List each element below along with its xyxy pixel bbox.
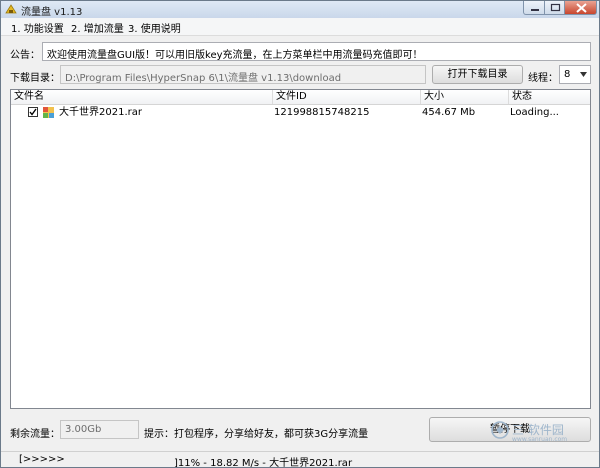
minimize-button[interactable] <box>523 1 545 15</box>
file-status: Loading... <box>510 107 559 118</box>
file-table[interactable]: 文件名 文件ID 大小 状态 大千世界2021.rar 121998815748… <box>10 89 591 409</box>
open-download-dir-button[interactable]: 打开下载目录 <box>432 65 523 84</box>
watermark-logo: 三 软件园 www.sanruan.com <box>491 419 591 445</box>
status-bar: [>>>>> ]11% - 18.82 M/s - 大千世界2021.rar <box>1 451 599 468</box>
remaining-traffic-field[interactable]: 3.00Gb <box>60 420 139 439</box>
app-logo-icon <box>5 4 17 14</box>
column-header-status[interactable]: 状态 <box>509 90 590 104</box>
tip-text: 提示：打包程序，分享给好友，都可获3G分享流量 <box>144 429 369 440</box>
close-button[interactable] <box>564 1 597 15</box>
menu-bar: 1. 功能设置 2. 增加流量 3. 使用说明 <box>1 18 599 36</box>
threads-value: 8 <box>564 69 571 80</box>
download-path-field[interactable]: D:\Program Files\HyperSnap 6\1\流量盘 v1.13… <box>60 65 426 84</box>
progress-text: ]11% - 18.82 M/s - 大千世界2021.rar <box>174 458 353 468</box>
close-icon <box>576 3 587 13</box>
row-checkbox[interactable] <box>28 107 38 117</box>
progress-arrows: [>>>>> <box>19 454 65 465</box>
remaining-traffic-label: 剩余流量： <box>10 429 60 440</box>
menu-item-add-traffic[interactable]: 2. 增加流量 <box>71 20 124 35</box>
table-header: 文件名 文件ID 大小 状态 <box>11 90 590 105</box>
maximize-button[interactable] <box>544 1 565 15</box>
title-bar[interactable]: 流量盘 v1.13 <box>1 1 599 19</box>
maximize-icon <box>550 3 561 12</box>
watermark-url: www.sanruan.com <box>512 436 568 443</box>
checkmark-icon <box>29 108 37 116</box>
notice-label: 公告： <box>10 50 40 61</box>
minimize-icon <box>531 9 539 11</box>
menu-item-help[interactable]: 3. 使用说明 <box>128 20 181 35</box>
window-title: 流量盘 v1.13 <box>21 7 83 18</box>
notice-field[interactable]: 欢迎使用流量盘GUI版！可以用旧版key充流量，在上方菜单栏中用流量码充值即可！ <box>42 42 591 61</box>
table-row[interactable]: 大千世界2021.rar 121998815748215 454.67 Mb L… <box>11 105 590 121</box>
file-id: 121998815748215 <box>274 107 370 118</box>
threads-label: 线程： <box>528 73 558 84</box>
column-header-file-id[interactable]: 文件ID <box>273 90 421 104</box>
file-name: 大千世界2021.rar <box>59 107 142 118</box>
download-dir-label: 下载目录： <box>10 73 60 84</box>
watermark-logo-icon <box>491 421 509 439</box>
archive-file-icon <box>43 107 54 118</box>
column-header-filename[interactable]: 文件名 <box>11 90 273 104</box>
threads-select[interactable]: 8 <box>559 65 591 84</box>
file-size: 454.67 Mb <box>422 107 476 118</box>
app-window: 流量盘 v1.13 1. 功能设置 2. 增加流量 3. 使用说明 公告： 欢迎… <box>0 0 600 468</box>
menu-item-settings[interactable]: 1. 功能设置 <box>11 20 64 35</box>
chevron-down-icon <box>580 72 587 77</box>
column-header-size[interactable]: 大小 <box>421 90 509 104</box>
